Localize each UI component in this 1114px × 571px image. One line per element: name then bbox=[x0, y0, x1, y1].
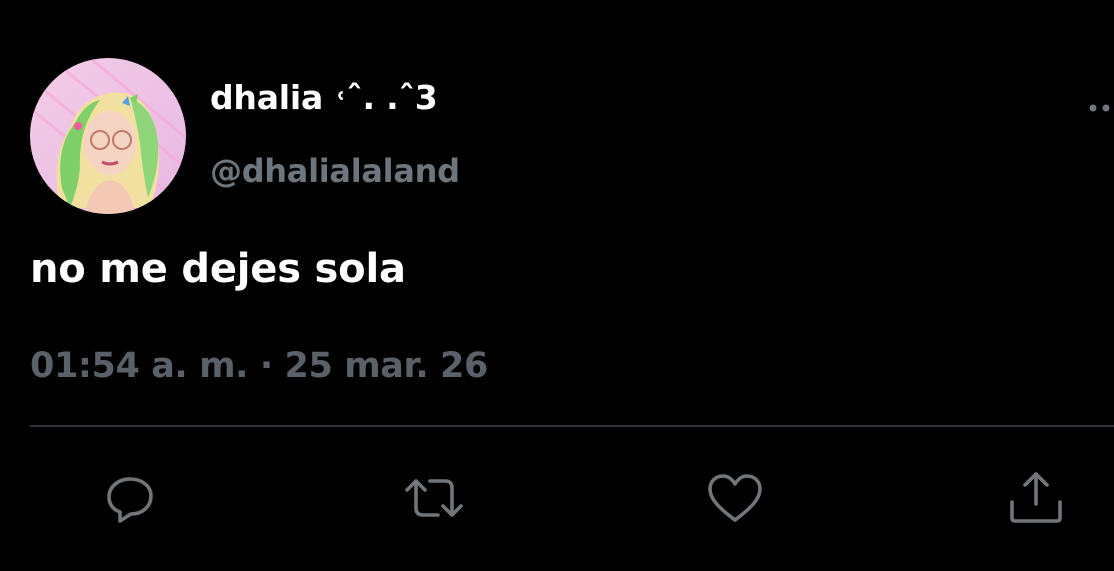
retweet-button[interactable] bbox=[404, 468, 464, 528]
divider bbox=[30, 425, 1114, 427]
retweet-icon bbox=[405, 479, 463, 517]
display-name[interactable]: dhalia ˓ˆ. .ˆ3 bbox=[210, 78, 438, 117]
username-handle[interactable]: @dhalialaland bbox=[210, 152, 460, 190]
share-icon bbox=[1010, 472, 1062, 523]
share-button[interactable] bbox=[1006, 468, 1066, 528]
more-dots-icon[interactable] bbox=[1086, 96, 1114, 120]
tweet-text: no me dejes sola bbox=[30, 246, 406, 292]
like-button[interactable] bbox=[705, 468, 765, 528]
tweet-timestamp[interactable]: 01:54 a. m. · 25 mar. 26 bbox=[30, 346, 488, 386]
like-icon bbox=[708, 474, 762, 522]
reply-button[interactable] bbox=[100, 468, 160, 528]
tweet-detail: dhalia ˓ˆ. .ˆ3 @dhalialaland no me dejes… bbox=[0, 0, 1114, 571]
reply-icon bbox=[107, 477, 153, 523]
avatar[interactable] bbox=[30, 58, 186, 214]
